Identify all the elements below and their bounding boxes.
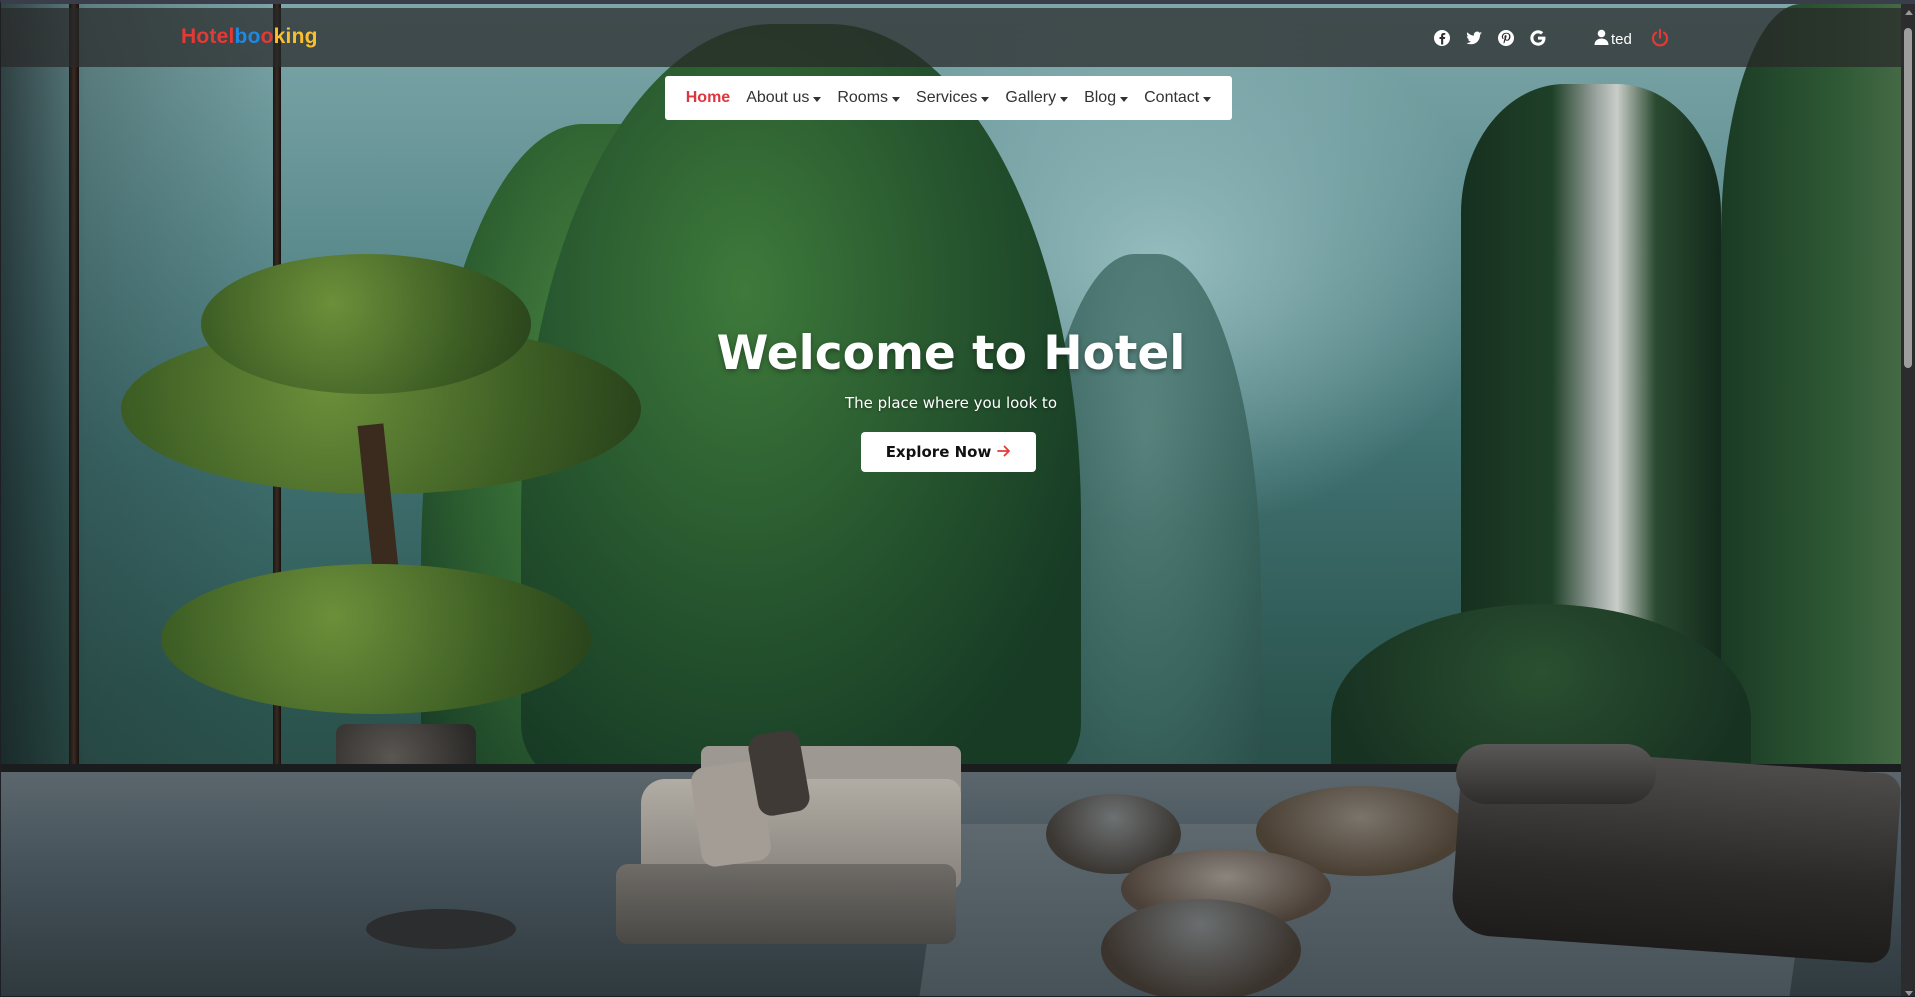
brand-letter: o — [247, 25, 261, 48]
caret-down-icon — [1203, 96, 1212, 102]
caret-down-icon — [892, 96, 901, 102]
brand-letter: e — [216, 25, 229, 48]
browser-viewport: Hotelbooking ted Home About us Rooms Ser… — [0, 0, 1915, 997]
scrollbar-thumb[interactable] — [1904, 28, 1912, 368]
nav-item-gallery[interactable]: Gallery — [1005, 89, 1069, 107]
nav-item-label: Home — [685, 89, 731, 106]
scroll-down-icon[interactable] — [1905, 991, 1913, 996]
brand-letter: o — [260, 25, 274, 48]
arrow-right-icon — [997, 443, 1011, 461]
nav-item-rooms[interactable]: Rooms — [837, 89, 901, 107]
nav-item-label: Services — [916, 89, 978, 106]
brand-letter: o — [196, 25, 210, 48]
hero-title: Welcome to Hotel — [716, 326, 1186, 381]
page-scrollbar[interactable] — [1901, 8, 1915, 996]
brand-letter: n — [291, 25, 305, 48]
nav-item-about-us[interactable]: About us — [746, 89, 822, 107]
explore-now-button[interactable]: Explore Now — [861, 432, 1036, 472]
pouf — [1101, 899, 1301, 996]
brand-letter: H — [181, 25, 197, 48]
nav-item-contact[interactable]: Contact — [1144, 89, 1212, 107]
twitter-icon[interactable] — [1465, 29, 1483, 47]
brand-letter: b — [234, 25, 248, 48]
hero-subtitle: The place where you look to — [845, 394, 1057, 412]
nav-item-label: About us — [746, 89, 810, 106]
nav-item-label: Blog — [1084, 89, 1117, 106]
social-links — [1433, 29, 1547, 47]
power-icon[interactable] — [1650, 28, 1670, 48]
sofa-base — [616, 864, 956, 944]
brand-letter: g — [304, 25, 318, 48]
nav-item-label: Rooms — [837, 89, 889, 106]
caret-down-icon — [813, 96, 822, 102]
lounge-chair-headrest — [1456, 744, 1656, 804]
brand-letter: k — [273, 25, 286, 48]
explore-now-label: Explore Now — [885, 443, 992, 461]
caret-down-icon — [1120, 96, 1129, 102]
nav-item-label: Gallery — [1005, 89, 1057, 106]
side-table — [366, 909, 516, 949]
user-icon — [1594, 29, 1609, 49]
nav-item-home[interactable]: Home — [686, 89, 730, 107]
hero-background — [1, 4, 1901, 996]
caret-down-icon — [1060, 96, 1069, 102]
nav-item-services[interactable]: Services — [916, 89, 990, 107]
pinterest-icon[interactable] — [1497, 29, 1515, 47]
facebook-icon[interactable] — [1433, 29, 1451, 47]
top-bar: Hotelbooking ted — [1, 8, 1901, 67]
brand-letter: t — [209, 25, 217, 48]
brand-logo[interactable]: Hotelbooking — [181, 25, 318, 49]
caret-down-icon — [981, 96, 990, 102]
nav-item-blog[interactable]: Blog — [1084, 89, 1129, 107]
pine-tree-crown — [161, 564, 591, 714]
user-name: ted — [1611, 30, 1632, 48]
user-account[interactable]: ted — [1594, 29, 1632, 49]
main-nav: Home About us Rooms Services Gallery Blog Cont… — [665, 76, 1232, 120]
scroll-up-icon[interactable] — [1905, 10, 1913, 15]
nav-item-label: Contact — [1144, 89, 1200, 106]
google-icon[interactable] — [1529, 29, 1547, 47]
